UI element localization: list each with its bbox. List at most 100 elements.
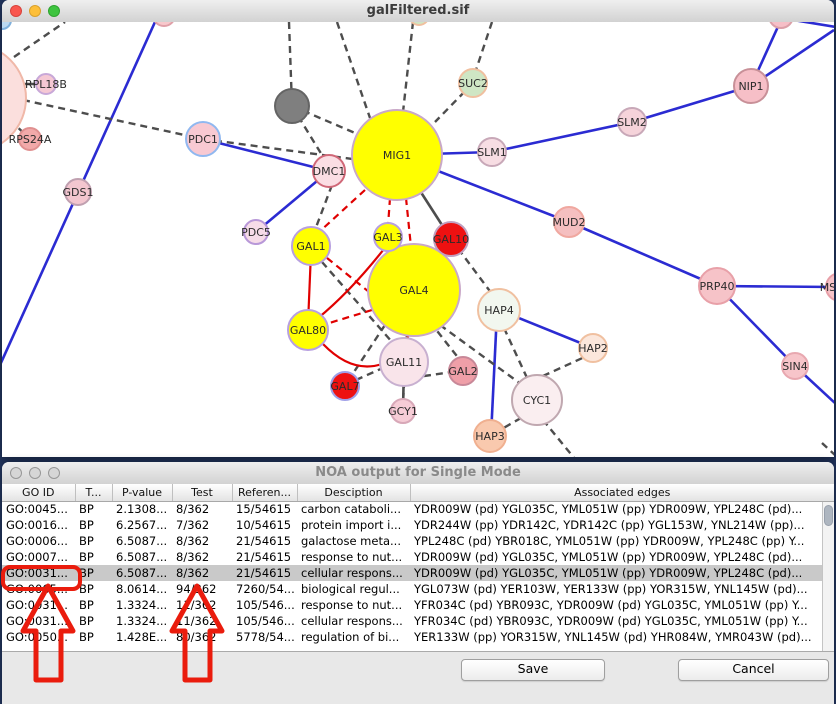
node-label-slm1: SLM1 (477, 146, 507, 159)
table-cell: BP (75, 565, 112, 581)
table-row[interactable]: GO:0031...BP1.3324...11/362105/546...res… (2, 597, 834, 613)
network-edge[interactable] (203, 139, 329, 171)
node-label-gal7: GAL7 (330, 380, 359, 393)
column-header-p-value[interactable]: P-value (112, 484, 172, 501)
node-label-rps24a: RPS24A (9, 133, 52, 146)
table-cell: BP (75, 517, 112, 533)
network-edge[interactable] (323, 344, 382, 367)
network-edge[interactable] (388, 198, 390, 226)
network-edge[interactable] (318, 190, 365, 233)
network-window-titlebar[interactable]: galFiltered.sif (2, 0, 834, 23)
table-cell: BP (75, 597, 112, 613)
column-header-referen-[interactable]: Referen... (232, 484, 297, 501)
table-cell: BP (75, 629, 112, 645)
table-cell: 6.5087... (112, 549, 172, 565)
table-cell: 105/546... (232, 613, 297, 629)
table-cell: YGL073W (pd) YER103W, YER133W (pp) YOR31… (410, 581, 834, 597)
table-cell: GO:0006... (2, 533, 75, 549)
table-cell: BP (75, 501, 112, 517)
column-header-desciption[interactable]: Desciption (297, 484, 410, 501)
scrollbar-thumb[interactable] (824, 505, 833, 526)
table-cell: 80/362 (172, 629, 232, 645)
table-cell: 15/54615 (232, 501, 297, 517)
node-label-mig1: MIG1 (383, 149, 411, 162)
node-label-nip1: NIP1 (738, 80, 763, 93)
table-row[interactable]: GO:0031...BP6.5087...8/36221/54615cellul… (2, 565, 834, 581)
table-cell: 1.3324... (112, 597, 172, 613)
node-label-suc2: SUC2 (458, 77, 488, 90)
noa-table-wrap: GO IDT...P-valueTestReferen...Desciption… (2, 484, 834, 652)
table-cell: 11/362 (172, 613, 232, 629)
network-edge[interactable] (403, 22, 413, 112)
vertical-scrollbar[interactable] (822, 502, 834, 651)
node-label-hap4: HAP4 (484, 304, 513, 317)
table-row[interactable]: GO:0031...BP1.3324...11/362105/546...cel… (2, 613, 834, 629)
table-cell: 21/54615 (232, 549, 297, 565)
network-edge[interactable] (504, 328, 528, 380)
table-row[interactable]: GO:0065...BP8.0614...94/3627260/54...bio… (2, 581, 834, 597)
table-cell: 8/362 (172, 549, 232, 565)
column-header-t-[interactable]: T... (75, 484, 112, 501)
save-button[interactable]: Save (461, 659, 605, 681)
table-cell: BP (75, 549, 112, 565)
table-row[interactable]: GO:0045...BP2.1308...8/36215/54615carbon… (2, 501, 834, 517)
node-label-hap3: HAP3 (475, 430, 504, 443)
table-cell: 8.0614... (112, 581, 172, 597)
network-edge[interactable] (492, 122, 632, 152)
table-cell: GO:0016... (2, 517, 75, 533)
network-graph[interactable]: MIG1GAL4RPL18BRPS24AGDS1PDC1DMC1PDC5GAL1… (2, 22, 834, 457)
table-cell: 1.428E... (112, 629, 172, 645)
window-title: galFiltered.sif (2, 3, 834, 18)
node-label-gcy1: GCY1 (388, 405, 418, 418)
network-edge[interactable] (327, 258, 374, 296)
window-title: NOA output for Single Mode (2, 465, 834, 480)
network-edge[interactable] (406, 198, 411, 247)
table-cell: YPL248C (pd) YBR018C, YML051W (pp) YDR00… (410, 533, 834, 549)
node-top-clip-1[interactable] (153, 22, 175, 26)
table-cell: 94/362 (172, 581, 232, 597)
network-edge[interactable] (337, 22, 370, 118)
network-edge[interactable] (14, 22, 65, 57)
table-cell: response to nut... (297, 597, 410, 613)
table-cell: YDR009W (pd) YGL035C, YML051W (pp) YDR00… (410, 565, 834, 581)
table-cell: cellular respons... (297, 613, 410, 629)
node-label-rpl18b: RPL18B (25, 78, 67, 91)
table-cell: 6.5087... (112, 533, 172, 549)
node-gray-node[interactable] (275, 89, 309, 123)
table-cell: biological regul... (297, 581, 410, 597)
node-corner-clip[interactable] (2, 22, 11, 29)
table-cell: YFR034C (pd) YBR093C, YDR009W (pd) YGL03… (410, 597, 834, 613)
table-cell: GO:0031... (2, 565, 75, 581)
table-row[interactable]: GO:0050...BP1.428E...80/3625778/54...reg… (2, 629, 834, 645)
table-cell: 6.2567... (112, 517, 172, 533)
network-edge[interactable] (569, 222, 717, 286)
node-label-gal10: GAL10 (433, 233, 469, 246)
table-cell: YFR034C (pd) YBR093C, YDR009W (pd) YGL03… (410, 613, 834, 629)
table-cell: GO:0065... (2, 581, 75, 597)
node-top-clip-pink[interactable] (769, 22, 793, 28)
network-edge[interactable] (632, 86, 751, 122)
table-cell: protein import i... (297, 517, 410, 533)
table-row[interactable]: GO:0007...BP6.5087...8/36221/54615respon… (2, 549, 834, 565)
noa-table-body: GO:0045...BP2.1308...8/36215/54615carbon… (2, 501, 834, 645)
network-window: galFiltered.sif MIG1GAL4RPL18BRPS24AGDS1… (2, 0, 834, 457)
column-header-associated-edges[interactable]: Associated edges (410, 484, 834, 501)
table-cell: carbon cataboli... (297, 501, 410, 517)
noa-window-titlebar[interactable]: NOA output for Single Mode (2, 462, 834, 485)
column-header-go-id[interactable]: GO ID (2, 484, 75, 501)
table-cell: 11/362 (172, 597, 232, 613)
table-cell: YDR009W (pd) YGL035C, YML051W (pp) YDR00… (410, 549, 834, 565)
graph-canvas[interactable]: MIG1GAL4RPL18BRPS24AGDS1PDC1DMC1PDC5GAL1… (2, 22, 834, 457)
node-label-gal1: GAL1 (296, 240, 325, 253)
cancel-button[interactable]: Cancel (678, 659, 829, 681)
table-row[interactable]: GO:0016...BP6.2567...7/36210/54615protei… (2, 517, 834, 533)
table-cell: 5778/54... (232, 629, 297, 645)
network-edge[interactable] (822, 443, 834, 456)
column-header-test[interactable]: Test (172, 484, 232, 501)
table-row[interactable]: GO:0006...BP6.5087...8/36221/54615galact… (2, 533, 834, 549)
network-edge[interactable] (476, 22, 492, 70)
noa-table-header-row: GO IDT...P-valueTestReferen...Desciption… (2, 484, 834, 501)
network-edge[interactable] (543, 420, 575, 457)
table-cell: 10/54615 (232, 517, 297, 533)
table-cell: 6.5087... (112, 565, 172, 581)
